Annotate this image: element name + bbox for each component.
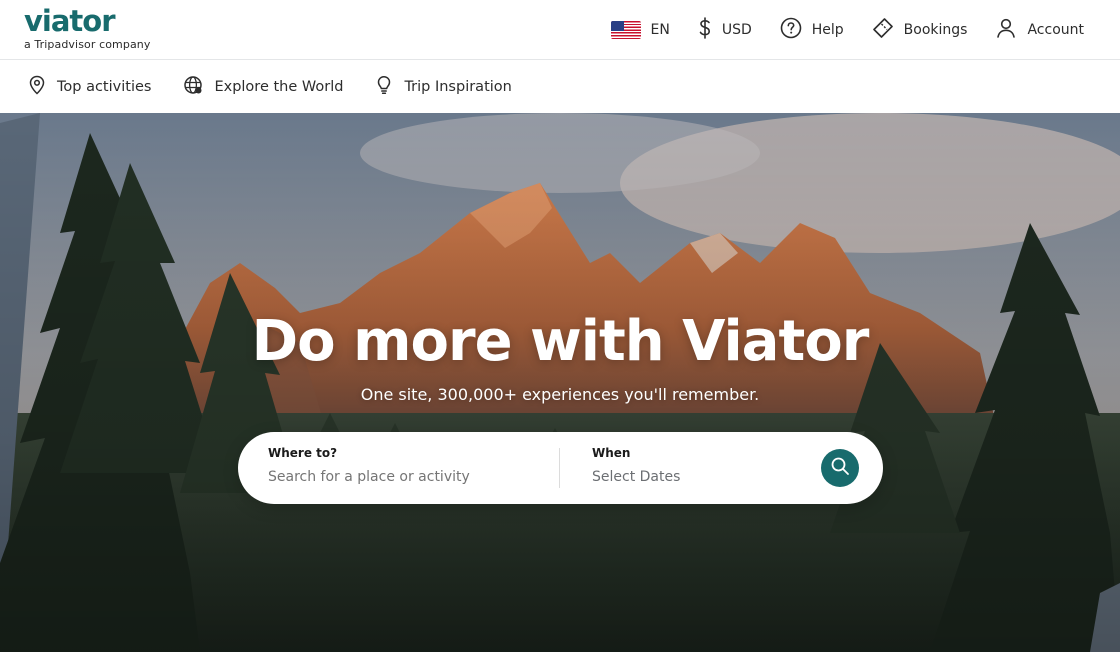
- hero-title: Do more with Viator: [251, 309, 870, 374]
- ticket-icon: [872, 17, 894, 43]
- nav-trip-inspiration[interactable]: Trip Inspiration: [375, 75, 512, 99]
- date-picker-value[interactable]: Select Dates: [592, 469, 802, 485]
- nav-label: Top activities: [57, 79, 152, 95]
- language-label: EN: [650, 22, 670, 38]
- logo-tagline: a Tripadvisor company: [24, 38, 151, 51]
- where-to-input[interactable]: [268, 469, 548, 485]
- nav-label: Trip Inspiration: [404, 79, 512, 95]
- secondary-nav: Top activities Explore the World Trip In…: [0, 61, 1120, 113]
- viator-logo[interactable]: viator a Tripadvisor company: [24, 6, 150, 51]
- where-to-label: Where to?: [268, 446, 338, 460]
- account-link[interactable]: Account: [995, 17, 1084, 43]
- bookings-link[interactable]: Bookings: [872, 17, 968, 43]
- language-selector[interactable]: EN: [610, 21, 670, 39]
- help-circle-icon: [780, 17, 802, 43]
- when-field[interactable]: When Select Dates: [592, 446, 802, 485]
- lightbulb-icon: [375, 75, 393, 99]
- currency-label: USD: [721, 22, 752, 38]
- us-flag-icon: [610, 21, 641, 39]
- user-icon: [995, 17, 1017, 43]
- globe-icon: [183, 75, 203, 99]
- search-button[interactable]: [821, 449, 859, 487]
- map-pin-icon: [28, 75, 46, 99]
- where-to-field[interactable]: Where to?: [268, 446, 548, 485]
- logo-wordmark: viator: [24, 4, 116, 38]
- top-header: viator a Tripadvisor company EN USD Help: [0, 0, 1120, 60]
- when-label: When: [592, 446, 631, 460]
- hero-subtitle: One site, 300,000+ experiences you'll re…: [360, 385, 760, 404]
- search-icon: [830, 456, 850, 480]
- hero-section: Do more with Viator One site, 300,000+ e…: [0, 113, 1120, 652]
- header-actions: EN USD Help Bookings Account: [610, 17, 1084, 43]
- search-bar: Where to? When Select Dates: [238, 432, 883, 504]
- nav-label: Explore the World: [214, 79, 344, 95]
- dollar-icon: [698, 17, 712, 43]
- nav-explore-world[interactable]: Explore the World: [183, 75, 343, 99]
- account-label: Account: [1027, 22, 1084, 38]
- bookings-label: Bookings: [903, 22, 968, 38]
- mountain-forest-image: [0, 113, 1120, 652]
- search-divider: [559, 448, 560, 488]
- help-label: Help: [811, 22, 844, 38]
- nav-top-activities[interactable]: Top activities: [28, 75, 151, 99]
- help-link[interactable]: Help: [780, 17, 844, 43]
- currency-selector[interactable]: USD: [698, 17, 752, 43]
